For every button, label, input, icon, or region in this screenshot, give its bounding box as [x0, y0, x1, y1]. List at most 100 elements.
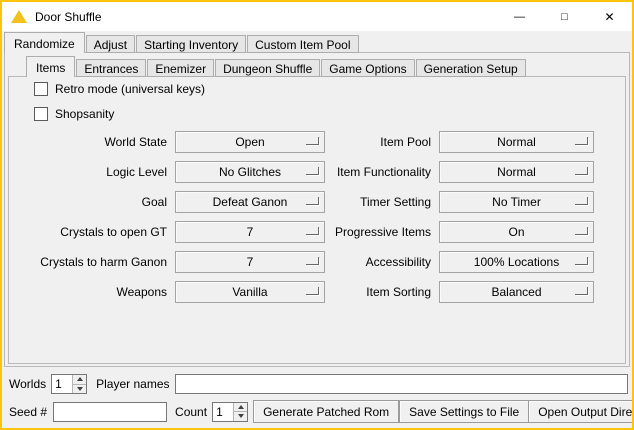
- titlebar: Door Shuffle — □ ✕: [2, 2, 632, 31]
- dropdown-value: No Timer: [492, 195, 541, 209]
- dropdown-value: Normal: [497, 135, 536, 149]
- dropdown-value: 7: [247, 225, 254, 239]
- maximize-icon[interactable]: □: [542, 2, 587, 31]
- window-controls: — □ ✕: [497, 2, 632, 31]
- option-label: Progressive Items: [323, 225, 431, 239]
- main-tab-bar: Randomize Adjust Starting Inventory Cust…: [4, 32, 360, 53]
- dropdown-indicator-icon: [306, 287, 319, 295]
- worlds-spinbox-input[interactable]: [52, 375, 72, 393]
- dropdown-value: Normal: [497, 165, 536, 179]
- dropdown-value: Balanced: [491, 285, 541, 299]
- generate-patched-rom-button[interactable]: Generate Patched Rom: [253, 400, 399, 423]
- tab-game-options[interactable]: Game Options: [321, 59, 414, 77]
- dropdown-indicator-icon: [575, 227, 588, 235]
- shopsanity-checkbox[interactable]: Shopsanity: [34, 106, 114, 122]
- option-row: Crystals to open GT 7: [10, 221, 325, 243]
- option-label: Item Functionality: [323, 165, 431, 179]
- window-body: Randomize Adjust Starting Inventory Cust…: [2, 31, 632, 428]
- option-row: Accessibility 100% Locations: [323, 251, 594, 273]
- seed-input[interactable]: [53, 402, 167, 422]
- option-label: Accessibility: [323, 255, 431, 269]
- dropdown-indicator-icon: [306, 227, 319, 235]
- checkbox-box-icon: [34, 82, 48, 96]
- world-state-dropdown[interactable]: Open: [175, 131, 325, 153]
- retro-mode-checkbox[interactable]: Retro mode (universal keys): [34, 81, 205, 97]
- tab-generation-setup[interactable]: Generation Setup: [416, 59, 526, 77]
- tab-adjust[interactable]: Adjust: [86, 35, 135, 53]
- dropdown-indicator-icon: [575, 287, 588, 295]
- spin-up-icon[interactable]: [73, 375, 86, 384]
- tab-entrances[interactable]: Entrances: [76, 59, 146, 77]
- worlds-spinbox: [51, 374, 87, 394]
- option-row: Progressive Items On: [323, 221, 594, 243]
- option-row: Logic Level No Glitches: [10, 161, 325, 183]
- tab-randomize[interactable]: Randomize: [4, 32, 85, 53]
- option-label: Crystals to harm Ganon: [10, 255, 167, 269]
- close-icon[interactable]: ✕: [587, 2, 632, 31]
- count-label: Count: [175, 405, 207, 419]
- spin-up-icon[interactable]: [234, 403, 247, 412]
- crystals-harm-ganon-dropdown[interactable]: 7: [175, 251, 325, 273]
- dropdown-indicator-icon: [575, 167, 588, 175]
- dropdown-indicator-icon: [306, 257, 319, 265]
- option-label: World State: [10, 135, 167, 149]
- timer-setting-dropdown[interactable]: No Timer: [439, 191, 594, 213]
- checkbox-label: Retro mode (universal keys): [55, 82, 205, 96]
- accessibility-dropdown[interactable]: 100% Locations: [439, 251, 594, 273]
- count-spinbox-input[interactable]: [213, 403, 233, 421]
- tab-dungeon-shuffle[interactable]: Dungeon Shuffle: [215, 59, 320, 77]
- app-icon: [11, 10, 27, 23]
- minimize-icon[interactable]: —: [497, 2, 542, 31]
- goal-dropdown[interactable]: Defeat Ganon: [175, 191, 325, 213]
- seed-label: Seed #: [9, 405, 47, 419]
- door-shuffle-window: Door Shuffle — □ ✕ Randomize Adjust Star…: [0, 0, 634, 430]
- dropdown-value: 100% Locations: [474, 255, 559, 269]
- window-title: Door Shuffle: [35, 10, 102, 24]
- count-spinbox: [212, 402, 248, 422]
- item-sorting-dropdown[interactable]: Balanced: [439, 281, 594, 303]
- spinbox-arrows: [233, 403, 247, 421]
- progressive-items-dropdown[interactable]: On: [439, 221, 594, 243]
- tab-items[interactable]: Items: [26, 56, 75, 77]
- open-output-directory-button[interactable]: Open Output Directory: [528, 400, 634, 423]
- dropdown-indicator-icon: [306, 137, 319, 145]
- option-label: Weapons: [10, 285, 167, 299]
- option-label: Logic Level: [10, 165, 167, 179]
- dropdown-indicator-icon: [306, 167, 319, 175]
- logic-level-dropdown[interactable]: No Glitches: [175, 161, 325, 183]
- player-names-label: Player names: [96, 377, 169, 391]
- seed-row: Seed # Count Generate Patched Rom Save S…: [2, 400, 632, 423]
- weapons-dropdown[interactable]: Vanilla: [175, 281, 325, 303]
- item-functionality-dropdown[interactable]: Normal: [439, 161, 594, 183]
- option-row: Item Pool Normal: [323, 131, 594, 153]
- spin-down-icon[interactable]: [234, 411, 247, 421]
- option-row: Crystals to harm Ganon 7: [10, 251, 325, 273]
- dropdown-indicator-icon: [306, 197, 319, 205]
- dropdown-value: 7: [247, 255, 254, 269]
- tab-custom-item-pool[interactable]: Custom Item Pool: [247, 35, 358, 53]
- tab-starting-inventory[interactable]: Starting Inventory: [136, 35, 246, 53]
- item-pool-dropdown[interactable]: Normal: [439, 131, 594, 153]
- dropdown-indicator-icon: [575, 257, 588, 265]
- option-label: Goal: [10, 195, 167, 209]
- checkbox-label: Shopsanity: [55, 107, 114, 121]
- spinbox-arrows: [72, 375, 86, 393]
- option-label: Item Sorting: [323, 285, 431, 299]
- checkbox-box-icon: [34, 107, 48, 121]
- dropdown-value: Open: [235, 135, 264, 149]
- dropdown-indicator-icon: [575, 197, 588, 205]
- option-row: Item Functionality Normal: [323, 161, 594, 183]
- dropdown-value: No Glitches: [219, 165, 281, 179]
- worlds-row: Worlds Player names: [2, 373, 632, 395]
- left-options-column: World State Open Logic Level No Glitches…: [10, 131, 325, 311]
- option-row: Item Sorting Balanced: [323, 281, 594, 303]
- spin-down-icon[interactable]: [73, 384, 86, 394]
- tab-enemizer[interactable]: Enemizer: [147, 59, 214, 77]
- right-options-column: Item Pool Normal Item Functionality Norm…: [323, 131, 594, 311]
- save-settings-button[interactable]: Save Settings to File: [399, 400, 529, 423]
- player-names-input[interactable]: [175, 374, 629, 394]
- option-row: Weapons Vanilla: [10, 281, 325, 303]
- dropdown-value: Vanilla: [232, 285, 267, 299]
- option-row: Goal Defeat Ganon: [10, 191, 325, 213]
- crystals-open-gt-dropdown[interactable]: 7: [175, 221, 325, 243]
